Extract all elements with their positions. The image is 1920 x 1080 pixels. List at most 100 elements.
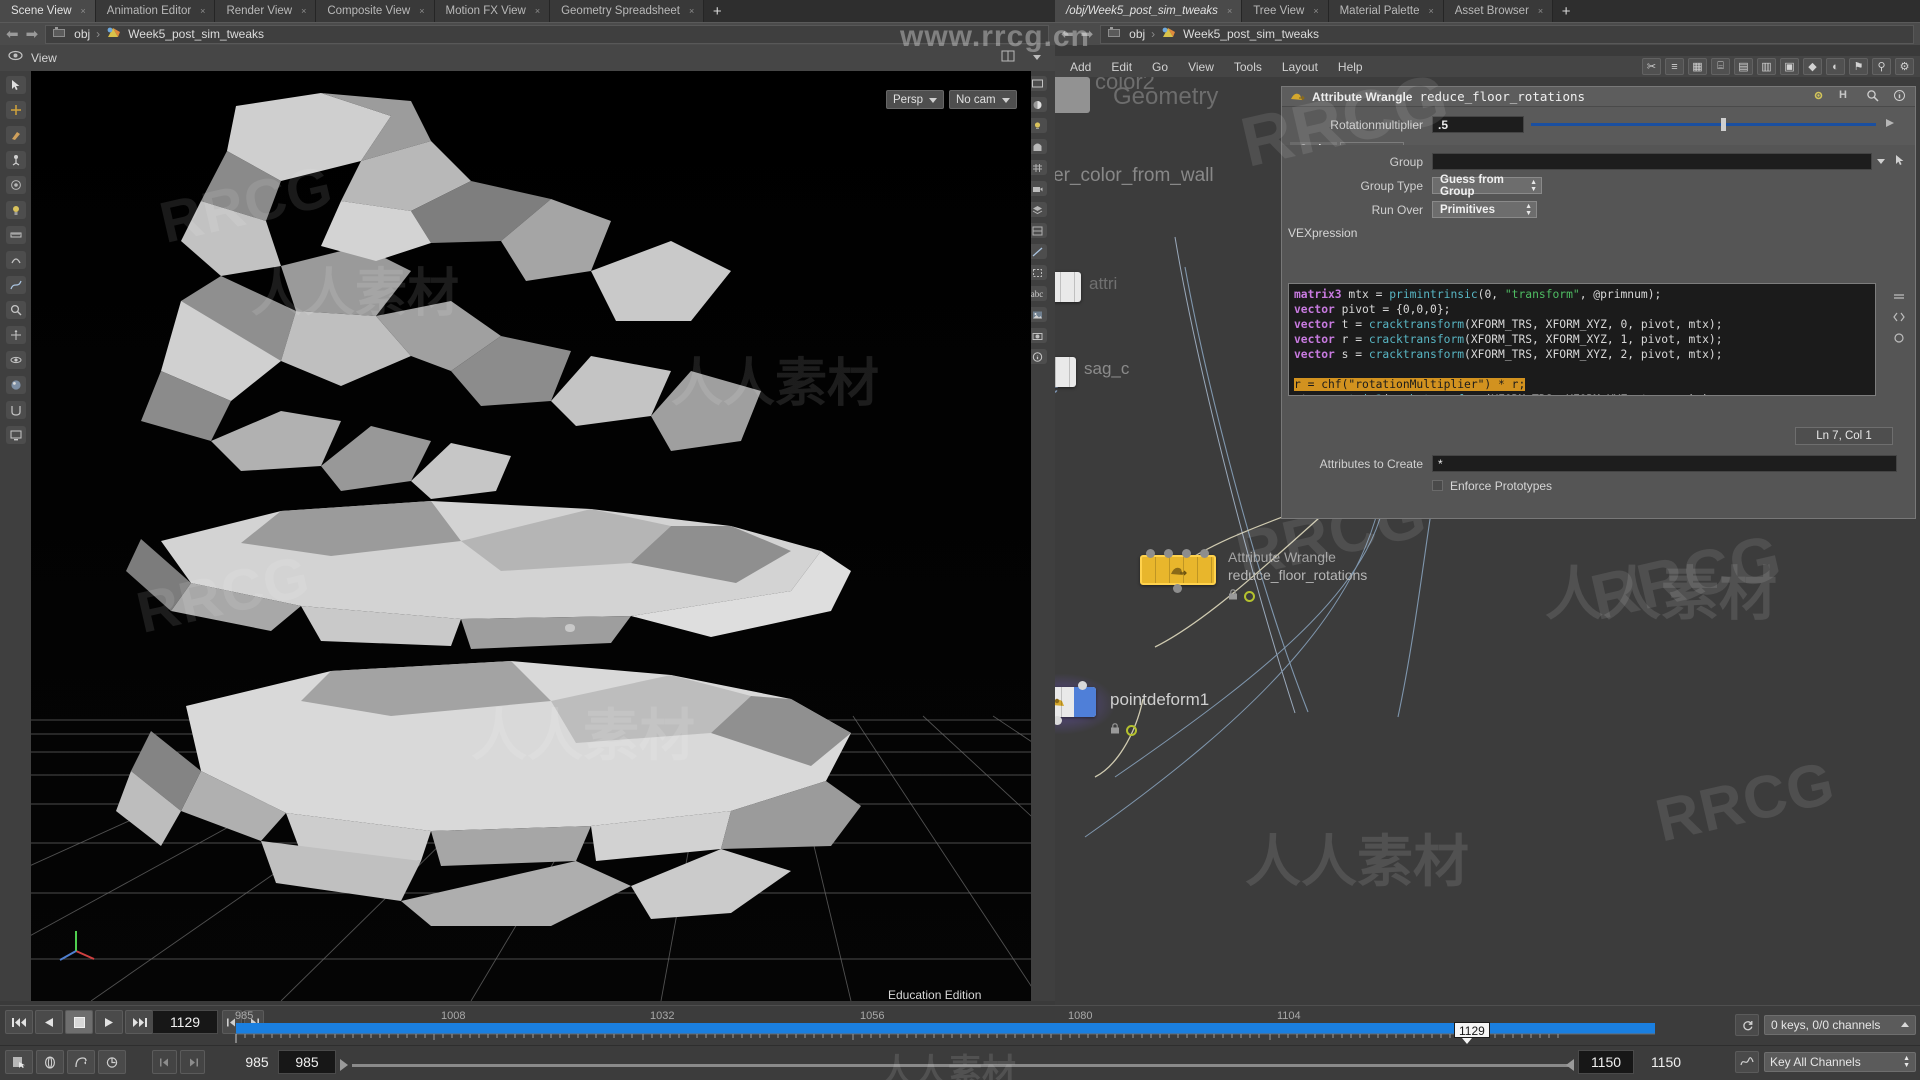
viewport-layout-icon[interactable]: [1001, 50, 1017, 66]
menu-edit[interactable]: Edit: [1102, 59, 1141, 75]
node-input-port[interactable]: [1146, 549, 1155, 558]
paint-icon[interactable]: [5, 126, 26, 144]
close-icon[interactable]: ×: [301, 6, 306, 16]
play-icon[interactable]: [95, 1010, 123, 1034]
scissors-icon[interactable]: ✂: [1642, 58, 1661, 75]
network-forward-arrow-icon[interactable]: ➡: [1081, 27, 1094, 42]
color-icon[interactable]: ◆: [1803, 58, 1822, 75]
network-back-arrow-icon[interactable]: ⬅: [1061, 27, 1074, 42]
forward-arrow-icon[interactable]: ➡: [26, 27, 39, 42]
camera-select-button[interactable]: No cam: [949, 90, 1017, 109]
viewport-3d-canvas[interactable]: RRCG RRCG 人人素材 人人素材 人人素材: [31, 71, 1031, 1001]
display-flag[interactable]: [1126, 724, 1137, 736]
refresh-icon[interactable]: [1735, 1014, 1759, 1036]
search-icon[interactable]: ⚲: [1872, 58, 1891, 75]
node-body[interactable]: [1055, 357, 1076, 387]
menu-help[interactable]: Help: [1329, 59, 1372, 75]
code-link-icon[interactable]: [1893, 332, 1909, 348]
close-icon[interactable]: ×: [689, 6, 694, 16]
viewport-path-field[interactable]: obj › Week5_post_sim_tweaks: [45, 24, 1049, 44]
node-reduce-floor-rotations[interactable]: Attribute Wrangle reduce_floor_rotations: [1140, 549, 1367, 602]
go-start-icon[interactable]: [5, 1010, 33, 1034]
group-pick-icon[interactable]: [1894, 154, 1910, 170]
menu-add[interactable]: Add: [1061, 59, 1100, 75]
network-crumb-root[interactable]: obj: [1129, 27, 1145, 41]
node-input-port[interactable]: [1078, 681, 1087, 690]
back-arrow-icon[interactable]: ⬅: [6, 27, 19, 42]
menu-view[interactable]: View: [1179, 59, 1223, 75]
viewport-view-label[interactable]: View: [8, 50, 57, 66]
tab-animation-editor[interactable]: Animation Editor ×: [95, 0, 216, 22]
close-icon[interactable]: ×: [419, 6, 424, 16]
slider-knob[interactable]: [1721, 118, 1726, 131]
rotation-multiplier-slider[interactable]: [1531, 118, 1876, 131]
playhead-marker[interactable]: 1129: [1454, 1022, 1490, 1044]
grid-icon[interactable]: ⌸: [1711, 58, 1730, 75]
param-menu-icon[interactable]: [1884, 117, 1900, 133]
tab-tree-view[interactable]: Tree View ×: [1242, 0, 1329, 22]
menu-tools[interactable]: Tools: [1225, 59, 1271, 75]
node-output-port[interactable]: [1173, 584, 1182, 593]
light-icon[interactable]: [5, 201, 26, 219]
viewport-options-chevron-icon[interactable]: [1031, 50, 1047, 66]
range-slider-left-handle[interactable]: [340, 1059, 348, 1071]
close-icon[interactable]: ×: [1227, 6, 1232, 16]
crumb-node[interactable]: Week5_post_sim_tweaks: [128, 27, 264, 41]
range-start-field[interactable]: 985: [278, 1050, 336, 1074]
pose-icon[interactable]: [5, 151, 26, 169]
display-icon[interactable]: [5, 426, 26, 444]
soft-icon[interactable]: [5, 176, 26, 194]
node-body[interactable]: [1055, 687, 1096, 717]
add-tab-button[interactable]: +: [1553, 0, 1580, 22]
network-crumb-node[interactable]: Week5_post_sim_tweaks: [1183, 27, 1319, 41]
range-slider-right-handle[interactable]: [1566, 1059, 1574, 1071]
bg-node-sag[interactable]: sag_c: [1055, 357, 1129, 387]
tab-material-palette[interactable]: Material Palette ×: [1328, 0, 1444, 22]
timeline-ruler[interactable]: 985 1008 1032 1056 1080 1104: [228, 1008, 1658, 1044]
close-icon[interactable]: ×: [1313, 6, 1318, 16]
tab-composite-view[interactable]: Composite View ×: [316, 0, 435, 22]
tab-scene-view[interactable]: Scene View ×: [0, 0, 96, 22]
pan-icon[interactable]: [5, 326, 26, 344]
lock-icon[interactable]: [1110, 723, 1120, 737]
measure-icon[interactable]: [5, 226, 26, 244]
node-input-port[interactable]: [1200, 549, 1209, 558]
code-expand-icon[interactable]: [1893, 290, 1909, 306]
close-icon[interactable]: ×: [1429, 6, 1434, 16]
parameter-dialog-titlebar[interactable]: Attribute Wrangle reduce_floor_rotations…: [1282, 87, 1915, 107]
code-snippet-icon[interactable]: [1893, 311, 1909, 327]
node-input-port[interactable]: [1164, 549, 1173, 558]
close-icon[interactable]: ×: [81, 6, 86, 16]
bookmark-icon[interactable]: ⚑: [1849, 58, 1868, 75]
node-input-port[interactable]: [1182, 549, 1191, 558]
persp-view-button[interactable]: Persp: [886, 90, 945, 109]
snap-icon[interactable]: [5, 401, 26, 419]
select-icon[interactable]: [5, 76, 26, 94]
tab-geometry-spreadsheet[interactable]: Geometry Spreadsheet ×: [550, 0, 705, 22]
orbit-icon[interactable]: [5, 351, 26, 369]
list-icon[interactable]: ≡: [1665, 58, 1684, 75]
group-input[interactable]: [1432, 153, 1872, 170]
gear-icon[interactable]: ⚙: [1895, 58, 1914, 75]
group-dropdown-icon[interactable]: [1876, 154, 1892, 170]
enforce-prototypes-checkbox[interactable]: [1432, 480, 1443, 491]
gear-icon[interactable]: [1812, 89, 1828, 105]
group-type-select[interactable]: Guess from Group ▲ ▼: [1432, 174, 1542, 198]
key-mode-select[interactable]: Key All Channels ▲ ▼: [1764, 1052, 1916, 1072]
columns-icon[interactable]: ▥: [1757, 58, 1776, 75]
palette-icon[interactable]: ◐: [1826, 58, 1845, 75]
menu-go[interactable]: Go: [1143, 59, 1177, 75]
range-end-field[interactable]: 1150: [1578, 1050, 1634, 1074]
curve-icon[interactable]: [5, 276, 26, 294]
attribute-wrangle-parameter-dialog[interactable]: Attribute Wrangle reduce_floor_rotations…: [1281, 86, 1916, 519]
node-pointdeform1[interactable]: pointdeform1: [1055, 673, 1209, 736]
animation-icon[interactable]: [1735, 1051, 1759, 1073]
display-flag[interactable]: [1244, 590, 1255, 602]
go-end-icon[interactable]: [125, 1010, 153, 1034]
houdini-help-icon[interactable]: H: [1839, 89, 1855, 105]
sculpt-icon[interactable]: [5, 251, 26, 269]
handle-icon[interactable]: [5, 101, 26, 119]
close-icon[interactable]: ×: [1538, 6, 1543, 16]
close-icon[interactable]: ×: [535, 6, 540, 16]
tab-asset-browser[interactable]: Asset Browser ×: [1443, 0, 1554, 22]
